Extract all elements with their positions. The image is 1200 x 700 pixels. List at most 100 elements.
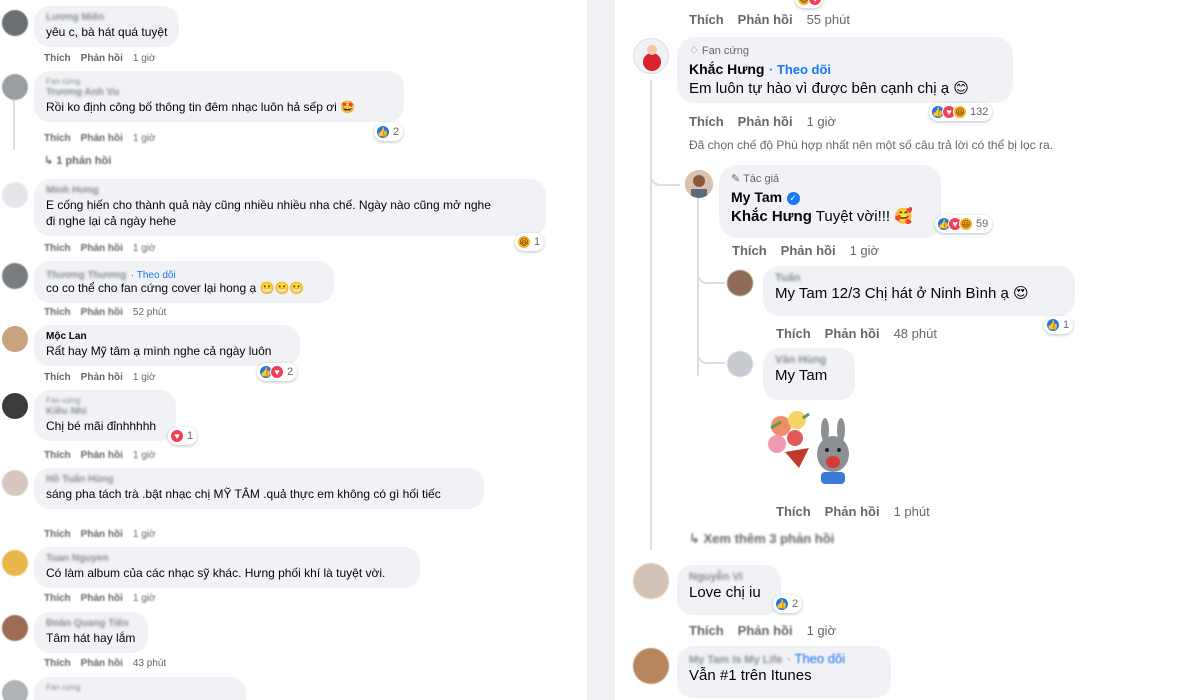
mention-link[interactable]: My Tam (775, 366, 843, 386)
commenter-name[interactable]: Đoàn Quang Tiến (46, 618, 136, 630)
like-link[interactable]: Thích (44, 372, 71, 383)
reply-link[interactable]: Phản hồi (81, 529, 123, 540)
view-replies-link[interactable]: ↳ 1 phản hồi (44, 154, 111, 167)
commenter-name[interactable]: Tuan Nguyen (46, 553, 408, 565)
avatar[interactable] (2, 550, 28, 576)
like-link[interactable]: Thích (776, 504, 811, 519)
reply-link[interactable]: Phản hồi (81, 307, 123, 318)
comment-time[interactable]: 48 phút (894, 326, 937, 341)
reply-link[interactable]: Phản hồi (81, 658, 123, 669)
avatar[interactable] (2, 182, 28, 208)
avatar[interactable] (633, 38, 669, 74)
comment-time[interactable]: 1 giờ (807, 114, 837, 129)
reaction-summary[interactable]: 😆 1 (515, 233, 545, 251)
avatar[interactable] (2, 470, 28, 496)
reply-link[interactable]: Phản hồi (825, 326, 880, 341)
reaction-summary[interactable]: 👍 ♥ 😆 132 (929, 103, 993, 121)
avatar[interactable] (2, 74, 28, 100)
commenter-name[interactable]: Thương Thương (46, 270, 126, 281)
comment-actions: Thích Phản hồi 43 phút (44, 658, 166, 669)
reply-link[interactable]: Phản hồi (738, 12, 793, 27)
reaction-summary[interactable]: 👍 ♥ 2 (257, 363, 298, 381)
reply-link[interactable]: Phản hồi (81, 450, 123, 461)
reply-link[interactable]: Phản hồi (81, 372, 123, 383)
follow-link[interactable]: · Theo dõi (769, 62, 831, 77)
comment-time[interactable]: 1 giờ (133, 372, 156, 383)
avatar[interactable] (2, 10, 28, 36)
like-link[interactable]: Thích (776, 326, 811, 341)
reaction-summary[interactable]: ♥ 1 (168, 427, 198, 445)
reaction-summary[interactable]: 😆♥ (795, 0, 823, 8)
reply-link[interactable]: Phản hồi (825, 504, 880, 519)
avatar[interactable] (2, 393, 28, 419)
comment-bubble: Tuan Nguyen Có làm album của các nhạc sỹ… (34, 547, 420, 588)
like-link[interactable]: Thích (44, 53, 71, 64)
view-more-replies-link[interactable]: ↳ Xem thêm 3 phản hồi (689, 531, 834, 547)
flower-bunny-sticker[interactable] (763, 408, 859, 496)
commenter-name[interactable]: Minh Hưng (46, 185, 534, 197)
reply-link[interactable]: Phản hồi (81, 53, 123, 64)
like-link[interactable]: Thích (689, 12, 724, 27)
comment-time[interactable]: 43 phút (133, 658, 166, 669)
comment-time[interactable]: 1 giờ (807, 623, 837, 638)
comment-time[interactable]: 1 phút (894, 504, 930, 519)
avatar[interactable] (2, 680, 28, 700)
avatar[interactable] (633, 563, 669, 599)
comment-time[interactable]: 1 giờ (133, 243, 156, 254)
comment-actions: Thích Phản hồi 52 phút (44, 307, 166, 318)
commenter-name[interactable]: Kiều Nhi (46, 406, 164, 418)
comment-time[interactable]: 1 giờ (133, 450, 156, 461)
comment-actions: Thích Phản hồi 1 giờ (689, 114, 836, 129)
avatar[interactable] (633, 648, 669, 684)
reaction-summary[interactable]: 👍 1 (1044, 316, 1074, 334)
comment-time[interactable]: 1 giờ (133, 593, 156, 604)
comment-time[interactable]: 55 phút (807, 12, 850, 27)
commenter-name[interactable]: Trương Anh Vu (46, 87, 392, 99)
comment-time[interactable]: 1 giờ (133, 133, 156, 144)
commenter-name[interactable]: Nguyễn Vi (689, 571, 769, 583)
commenter-name[interactable]: Hồ Tuấn Hùng (46, 474, 472, 486)
like-link[interactable]: Thích (689, 114, 724, 129)
like-link[interactable]: Thích (44, 450, 71, 461)
like-link[interactable]: Thích (689, 623, 724, 638)
reply-link[interactable]: Phản hồi (738, 114, 793, 129)
like-link[interactable]: Thích (44, 593, 71, 604)
reaction-count: 1 (1063, 319, 1070, 331)
reply-link[interactable]: Phản hồi (81, 593, 123, 604)
reply-link[interactable]: Phản hồi (781, 243, 836, 258)
reaction-summary[interactable]: 👍 2 (374, 123, 404, 141)
comment-time[interactable]: 52 phút (133, 307, 166, 318)
love-reaction-icon: ♥ (808, 0, 822, 6)
avatar[interactable] (2, 615, 28, 641)
reaction-summary[interactable]: 👍 ♥ 😆 59 (935, 215, 993, 233)
reply-link[interactable]: Phản hồi (81, 243, 123, 254)
commenter-name[interactable]: Văn Hùng (775, 354, 843, 366)
reply-link[interactable]: Phản hồi (81, 133, 123, 144)
like-link[interactable]: Thích (732, 243, 767, 258)
mention-link[interactable]: My Tam (775, 285, 827, 302)
comment-actions: Thích Phản hồi 1 giờ (44, 133, 156, 144)
avatar[interactable] (727, 351, 753, 377)
commenter-name[interactable]: My Tam Is My Life (689, 654, 782, 666)
commenter-name[interactable]: My Tam (731, 189, 782, 205)
commenter-name[interactable]: Khắc Hưng (689, 61, 764, 77)
avatar[interactable] (685, 170, 713, 198)
commenter-name[interactable]: Lương Miên (46, 12, 167, 24)
comment-time[interactable]: 1 giờ (133, 53, 156, 64)
reply-link[interactable]: Phản hồi (738, 623, 793, 638)
like-link[interactable]: Thích (44, 133, 71, 144)
like-link[interactable]: Thích (44, 243, 71, 254)
reaction-summary[interactable]: 👍 2 (773, 595, 803, 613)
avatar[interactable] (2, 326, 28, 352)
mention-link[interactable]: Khắc Hưng (731, 208, 812, 225)
avatar[interactable] (2, 263, 28, 289)
like-link[interactable]: Thích (44, 658, 71, 669)
follow-link[interactable]: · Theo dõi (787, 651, 845, 666)
comment-time[interactable]: 1 giờ (850, 243, 880, 258)
like-link[interactable]: Thích (44, 529, 71, 540)
commenter-name[interactable]: Mộc Lan (46, 331, 288, 343)
comment-time[interactable]: 1 giờ (133, 529, 156, 540)
commenter-name[interactable]: Tuấn (775, 272, 1063, 284)
like-link[interactable]: Thích (44, 307, 71, 318)
avatar[interactable] (727, 270, 753, 296)
